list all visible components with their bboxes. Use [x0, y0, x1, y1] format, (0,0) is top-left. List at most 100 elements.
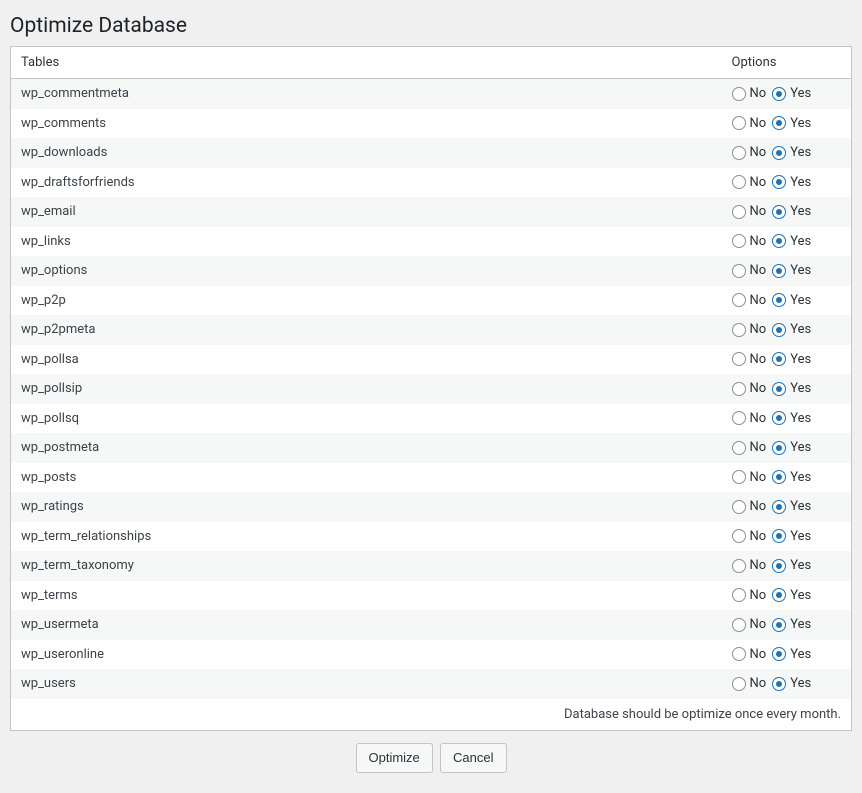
- radio-yes-label[interactable]: Yes: [772, 674, 811, 694]
- radio-yes[interactable]: [772, 441, 786, 455]
- radio-yes-label[interactable]: Yes: [772, 232, 811, 252]
- radio-no-label[interactable]: No: [732, 350, 767, 370]
- radio-yes-text: Yes: [790, 350, 811, 370]
- radio-no-label[interactable]: No: [732, 232, 767, 252]
- table-name: wp_email: [11, 197, 722, 227]
- radio-yes[interactable]: [772, 559, 786, 573]
- radio-yes[interactable]: [772, 175, 786, 189]
- radio-yes-label[interactable]: Yes: [772, 350, 811, 370]
- radio-group: NoYes: [732, 674, 842, 694]
- radio-no-label[interactable]: No: [732, 291, 767, 311]
- radio-no[interactable]: [732, 264, 746, 278]
- radio-no[interactable]: [732, 441, 746, 455]
- radio-no[interactable]: [732, 205, 746, 219]
- table-name: wp_downloads: [11, 138, 722, 168]
- table-footer-row: Database should be optimize once every m…: [11, 699, 852, 731]
- radio-no-label[interactable]: No: [732, 527, 767, 547]
- radio-yes-label[interactable]: Yes: [772, 84, 811, 104]
- radio-yes[interactable]: [772, 293, 786, 307]
- cancel-button[interactable]: Cancel: [440, 743, 506, 773]
- radio-yes-label[interactable]: Yes: [772, 202, 811, 222]
- radio-no-label[interactable]: No: [732, 645, 767, 665]
- radio-yes[interactable]: [772, 382, 786, 396]
- radio-no-label[interactable]: No: [732, 409, 767, 429]
- radio-yes[interactable]: [772, 87, 786, 101]
- radio-yes[interactable]: [772, 677, 786, 691]
- radio-yes-label[interactable]: Yes: [772, 556, 811, 576]
- radio-no[interactable]: [732, 87, 746, 101]
- radio-no-label[interactable]: No: [732, 84, 767, 104]
- radio-no-label[interactable]: No: [732, 497, 767, 517]
- radio-no-label[interactable]: No: [732, 615, 767, 635]
- radio-yes-label[interactable]: Yes: [772, 438, 811, 458]
- radio-yes[interactable]: [772, 618, 786, 632]
- radio-no-label[interactable]: No: [732, 438, 767, 458]
- radio-yes-label[interactable]: Yes: [772, 409, 811, 429]
- radio-no[interactable]: [732, 293, 746, 307]
- radio-no[interactable]: [732, 559, 746, 573]
- radio-no-label[interactable]: No: [732, 674, 767, 694]
- options-cell: NoYes: [722, 138, 852, 168]
- radio-yes-label[interactable]: Yes: [772, 497, 811, 517]
- radio-no-text: No: [750, 556, 767, 576]
- radio-no[interactable]: [732, 382, 746, 396]
- radio-yes-label[interactable]: Yes: [772, 291, 811, 311]
- radio-yes[interactable]: [772, 264, 786, 278]
- radio-no[interactable]: [732, 529, 746, 543]
- radio-yes-label[interactable]: Yes: [772, 586, 811, 606]
- radio-yes-label[interactable]: Yes: [772, 527, 811, 547]
- radio-yes-label[interactable]: Yes: [772, 173, 811, 193]
- radio-no[interactable]: [732, 323, 746, 337]
- radio-yes[interactable]: [772, 529, 786, 543]
- options-cell: NoYes: [722, 227, 852, 257]
- radio-yes[interactable]: [772, 647, 786, 661]
- radio-no-label[interactable]: No: [732, 320, 767, 340]
- radio-no[interactable]: [732, 352, 746, 366]
- options-cell: NoYes: [722, 640, 852, 670]
- options-cell: NoYes: [722, 109, 852, 139]
- radio-yes-label[interactable]: Yes: [772, 645, 811, 665]
- radio-yes[interactable]: [772, 234, 786, 248]
- radio-yes[interactable]: [772, 588, 786, 602]
- radio-yes[interactable]: [772, 205, 786, 219]
- radio-no[interactable]: [732, 500, 746, 514]
- radio-yes[interactable]: [772, 323, 786, 337]
- options-cell: NoYes: [722, 256, 852, 286]
- radio-no-label[interactable]: No: [732, 202, 767, 222]
- radio-yes-label[interactable]: Yes: [772, 468, 811, 488]
- radio-no-label[interactable]: No: [732, 556, 767, 576]
- table-row: wp_p2pNoYes: [11, 286, 852, 316]
- radio-no-label[interactable]: No: [732, 143, 767, 163]
- radio-yes-label[interactable]: Yes: [772, 114, 811, 134]
- radio-no-label[interactable]: No: [732, 468, 767, 488]
- radio-no-label[interactable]: No: [732, 173, 767, 193]
- radio-yes[interactable]: [772, 116, 786, 130]
- radio-no-label[interactable]: No: [732, 114, 767, 134]
- radio-no-label[interactable]: No: [732, 379, 767, 399]
- radio-yes-text: Yes: [790, 320, 811, 340]
- radio-no[interactable]: [732, 146, 746, 160]
- radio-yes[interactable]: [772, 470, 786, 484]
- radio-yes[interactable]: [772, 500, 786, 514]
- radio-yes-label[interactable]: Yes: [772, 615, 811, 635]
- radio-no[interactable]: [732, 234, 746, 248]
- radio-yes-label[interactable]: Yes: [772, 320, 811, 340]
- radio-no[interactable]: [732, 116, 746, 130]
- radio-no[interactable]: [732, 411, 746, 425]
- optimize-button[interactable]: Optimize: [356, 743, 433, 773]
- radio-no[interactable]: [732, 175, 746, 189]
- table-name: wp_pollsip: [11, 374, 722, 404]
- radio-yes-label[interactable]: Yes: [772, 261, 811, 281]
- radio-no-label[interactable]: No: [732, 586, 767, 606]
- radio-no[interactable]: [732, 470, 746, 484]
- radio-no[interactable]: [732, 618, 746, 632]
- radio-no[interactable]: [732, 677, 746, 691]
- radio-yes-label[interactable]: Yes: [772, 379, 811, 399]
- radio-no-label[interactable]: No: [732, 261, 767, 281]
- radio-yes[interactable]: [772, 352, 786, 366]
- radio-yes[interactable]: [772, 411, 786, 425]
- radio-no[interactable]: [732, 588, 746, 602]
- radio-yes-label[interactable]: Yes: [772, 143, 811, 163]
- radio-yes[interactable]: [772, 146, 786, 160]
- radio-no[interactable]: [732, 647, 746, 661]
